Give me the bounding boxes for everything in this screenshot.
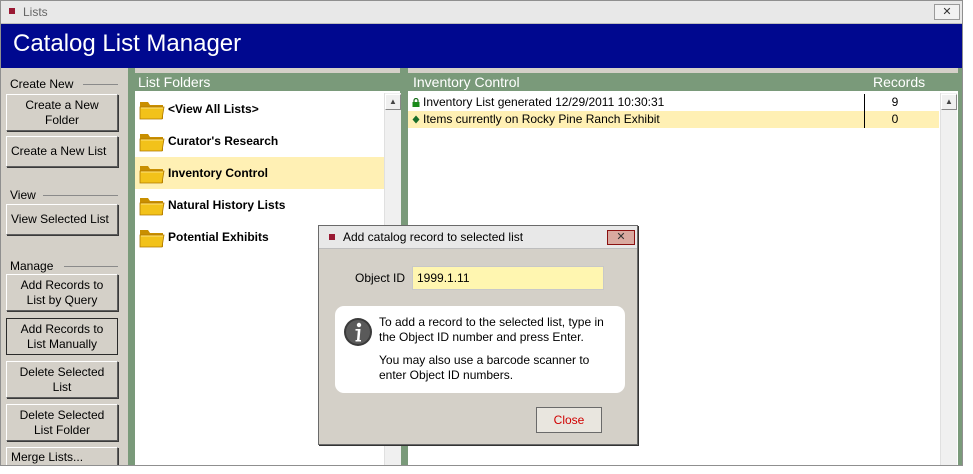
app-header: Catalog List Manager: [1, 24, 962, 68]
app-icon: [9, 8, 15, 14]
close-button[interactable]: Close: [536, 407, 602, 433]
list-row[interactable]: Items currently on Rocky Pine Ranch Exhi…: [408, 111, 939, 128]
merge-lists-button[interactable]: Merge Lists...: [6, 447, 118, 465]
window-title: Lists: [23, 5, 48, 19]
inventory-scrollbar[interactable]: ▲: [940, 93, 957, 465]
section-manage: Manage: [10, 259, 54, 273]
object-id-label: Object ID: [355, 271, 406, 285]
scroll-up-icon[interactable]: ▲: [385, 94, 401, 110]
folder-icon: [139, 97, 165, 121]
pane-separator[interactable]: [128, 68, 135, 465]
folder-label: Curator's Research: [168, 134, 279, 148]
folder-label: Natural History Lists: [168, 198, 286, 212]
left-panel: Create New Create a New Folder Create a …: [1, 68, 128, 465]
pane-separator: [958, 68, 962, 465]
inventory-header: Inventory Control Records: [408, 73, 958, 91]
inventory-title: Inventory Control: [413, 74, 520, 90]
list-folders-header: List Folders: [135, 73, 400, 91]
lock-icon: [412, 97, 420, 107]
record-count: 0: [891, 112, 899, 126]
list-row[interactable]: Inventory List generated 12/29/2011 10:3…: [408, 94, 939, 111]
section-create-new: Create New: [10, 77, 74, 91]
lists-window: Lists ✕ Catalog List Manager Create New …: [0, 0, 963, 466]
record-count: 9: [891, 95, 899, 109]
add-record-dialog: Add catalog record to selected list ✕ Ob…: [318, 225, 638, 445]
info-text: To add a record to the selected list, ty…: [379, 315, 619, 391]
folder-item[interactable]: <View All Lists>: [135, 93, 384, 125]
dialog-close-icon[interactable]: ✕: [607, 230, 635, 245]
folder-icon: [139, 161, 165, 185]
list-name: Inventory List generated 12/29/2011 10:3…: [423, 95, 665, 109]
info-box: To add a record to the selected list, ty…: [335, 306, 625, 393]
dialog-app-icon: [329, 234, 335, 240]
diamond-icon: [412, 115, 420, 124]
folder-icon: [139, 193, 165, 217]
page-title: Catalog List Manager: [13, 30, 242, 57]
folder-item[interactable]: Natural History Lists: [135, 189, 384, 221]
info-icon: [344, 318, 372, 346]
records-column-header: Records: [873, 74, 926, 90]
section-divider: [43, 195, 118, 196]
view-selected-list-button[interactable]: View Selected List: [6, 204, 118, 235]
section-view: View: [10, 188, 36, 202]
window-titlebar: Lists ✕: [1, 1, 962, 24]
dialog-title: Add catalog record to selected list: [343, 230, 524, 244]
delete-list-folder-button[interactable]: Delete Selected List Folder: [6, 404, 118, 441]
add-records-by-query-button[interactable]: Add Records to List by Query: [6, 274, 118, 311]
list-name: Items currently on Rocky Pine Ranch Exhi…: [423, 112, 660, 126]
folder-item[interactable]: Curator's Research: [135, 125, 384, 157]
folder-icon: [139, 225, 165, 249]
add-records-manually-button[interactable]: Add Records to List Manually: [6, 318, 118, 355]
dialog-titlebar: Add catalog record to selected list ✕: [319, 226, 637, 249]
info-line-2: You may also use a barcode scanner to en…: [379, 353, 590, 382]
section-divider: [83, 84, 118, 85]
info-line-1: To add a record to the selected list, ty…: [379, 315, 604, 344]
create-list-button[interactable]: Create a New List: [6, 136, 118, 167]
section-divider: [64, 266, 118, 267]
window-close-button[interactable]: ✕: [934, 4, 960, 20]
object-id-field[interactable]: [412, 266, 604, 290]
scroll-up-icon[interactable]: ▲: [941, 94, 957, 110]
folder-icon: [139, 129, 165, 153]
delete-selected-list-button[interactable]: Delete Selected List: [6, 361, 118, 398]
folder-label: <View All Lists>: [168, 102, 259, 116]
create-folder-button[interactable]: Create a New Folder: [6, 94, 118, 131]
folder-label: Inventory Control: [168, 166, 269, 180]
folder-label: Potential Exhibits: [168, 230, 269, 244]
folder-item[interactable]: Inventory Control: [135, 157, 384, 189]
